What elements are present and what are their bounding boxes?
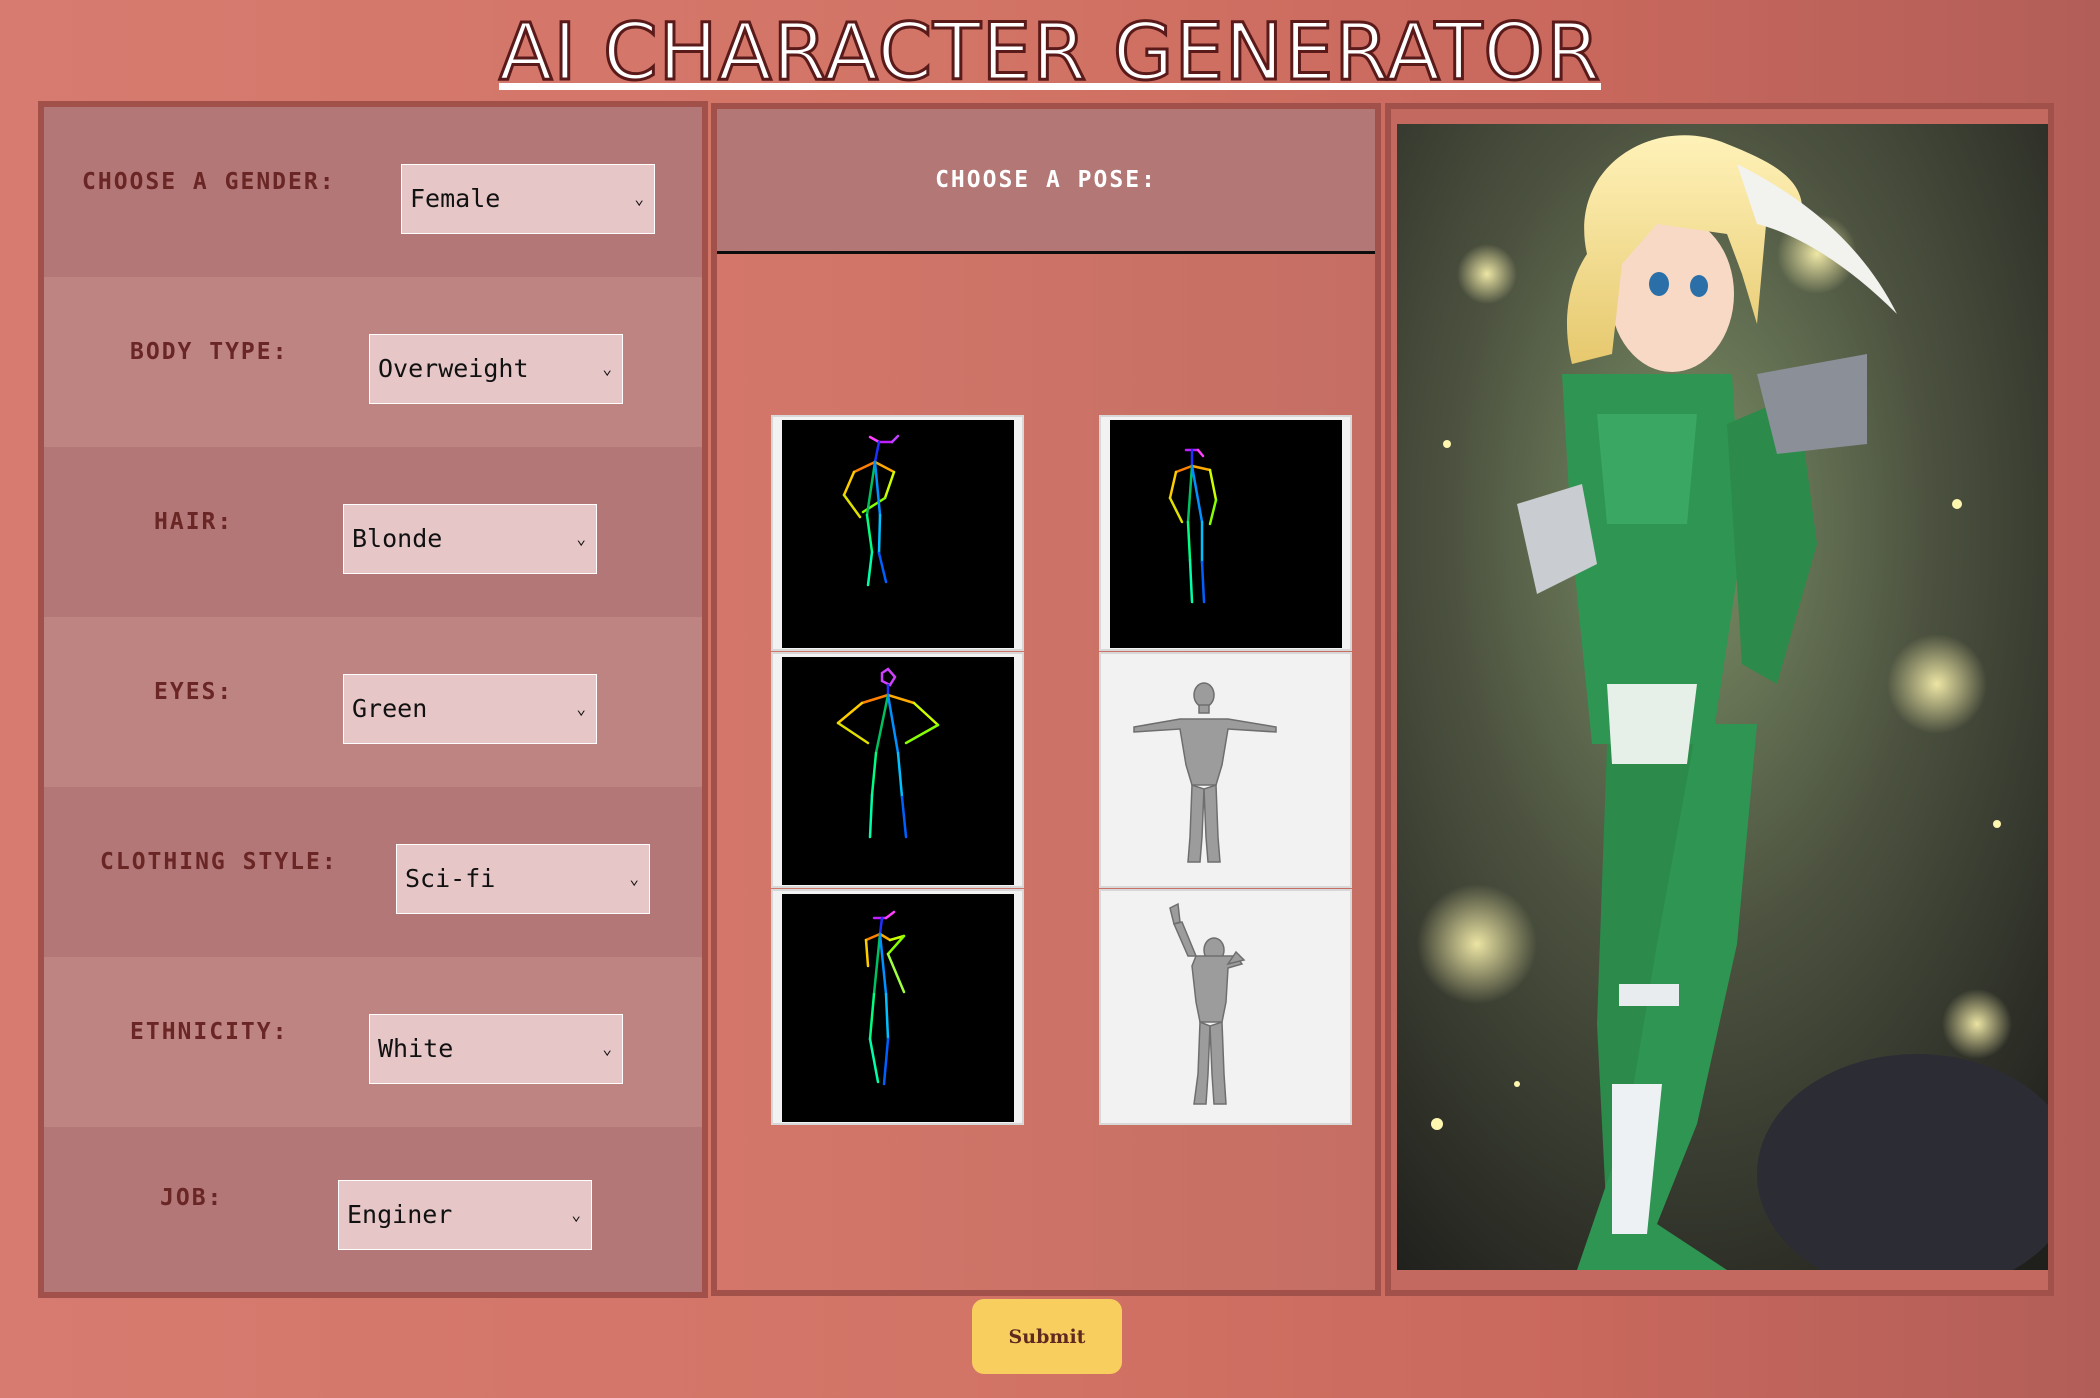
pose-option-stick-hand-raised[interactable] xyxy=(771,889,1024,1125)
pose-option-mannequin-arm-raised[interactable] xyxy=(1099,889,1352,1125)
job-label: JOB: xyxy=(160,1185,224,1211)
job-select-value: Enginer xyxy=(347,1200,453,1229)
pose-option-mannequin-t-pose[interactable] xyxy=(1099,652,1352,888)
chevron-down-icon: ⌄ xyxy=(629,869,639,888)
chevron-down-icon: ⌄ xyxy=(634,189,644,208)
clothing-style-select[interactable]: Sci-fi ⌄ xyxy=(396,844,650,914)
job-row: JOB: Enginer ⌄ xyxy=(44,1127,702,1292)
clothing-style-select-value: Sci-fi xyxy=(405,864,496,893)
eyes-label: EYES: xyxy=(154,679,234,705)
pose-panel: CHOOSE A POSE: xyxy=(711,103,1381,1296)
submit-button[interactable]: Submit xyxy=(972,1299,1122,1374)
job-select[interactable]: Enginer ⌄ xyxy=(338,1180,592,1250)
body-type-row: BODY TYPE: Overweight ⌄ xyxy=(44,277,702,447)
ethnicity-row: ETHNICITY: White ⌄ xyxy=(44,957,702,1127)
hair-row: HAIR: Blonde ⌄ xyxy=(44,447,702,617)
pose-option-stick-standing[interactable] xyxy=(771,415,1024,651)
ethnicity-label: ETHNICITY: xyxy=(130,1019,289,1045)
pose-header: CHOOSE A POSE: xyxy=(717,109,1375,254)
body-type-label: BODY TYPE: xyxy=(130,339,289,365)
preview-panel xyxy=(1385,103,2054,1296)
pose-title: CHOOSE A POSE: xyxy=(935,167,1157,193)
pose-option-stick-hands-hips[interactable] xyxy=(771,652,1024,888)
page-title: AI CHARACTER GENERATOR xyxy=(498,7,1602,100)
stick-figure-icon xyxy=(836,667,940,839)
ethnicity-select[interactable]: White ⌄ xyxy=(369,1014,623,1084)
clothing-style-row: CLOTHING STYLE: Sci-fi ⌄ xyxy=(44,787,702,957)
eyes-select-value: Green xyxy=(352,694,428,723)
chevron-down-icon: ⌄ xyxy=(602,1039,612,1058)
eyes-select[interactable]: Green ⌄ xyxy=(343,674,597,744)
stick-figure-icon xyxy=(842,434,900,587)
ethnicity-select-value: White xyxy=(378,1034,454,1063)
gender-select[interactable]: Female ⌄ xyxy=(401,164,655,234)
pose-option-stick-arms-down[interactable] xyxy=(1099,415,1352,651)
chevron-down-icon: ⌄ xyxy=(602,359,612,378)
stick-figure-icon xyxy=(1168,448,1218,604)
eyes-row: EYES: Green ⌄ xyxy=(44,617,702,787)
chevron-down-icon: ⌄ xyxy=(571,1205,581,1224)
mannequin-icon xyxy=(1133,682,1277,863)
body-type-select[interactable]: Overweight ⌄ xyxy=(369,334,623,404)
mannequin-icon xyxy=(1169,902,1246,1105)
chevron-down-icon: ⌄ xyxy=(576,529,586,548)
gender-row: CHOOSE A GENDER: Female ⌄ xyxy=(44,107,702,277)
character-options-panel: CHOOSE A GENDER: Female ⌄ BODY TYPE: Ove… xyxy=(38,101,708,1298)
chevron-down-icon: ⌄ xyxy=(576,699,586,718)
generated-character-image xyxy=(1397,124,2048,1270)
stick-figure-icon xyxy=(864,910,906,1086)
hair-select[interactable]: Blonde ⌄ xyxy=(343,504,597,574)
hair-label: HAIR: xyxy=(154,509,234,535)
hair-select-value: Blonde xyxy=(352,524,443,553)
gender-select-value: Female xyxy=(410,184,501,213)
clothing-style-label: CLOTHING STYLE: xyxy=(100,849,338,875)
gender-label: CHOOSE A GENDER: xyxy=(82,169,336,195)
body-type-select-value: Overweight xyxy=(378,354,529,383)
